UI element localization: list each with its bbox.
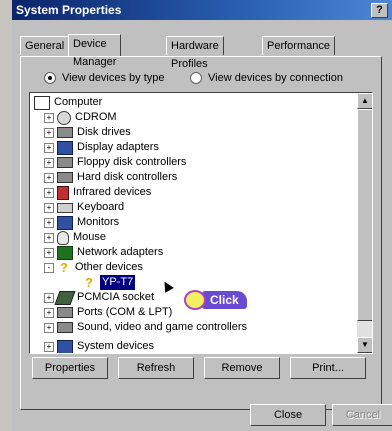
title-bar: System Properties ? [12, 0, 392, 20]
window-title: System Properties [16, 3, 122, 17]
device-tree[interactable]: Computer + CDROM + Disk drives + Display… [29, 92, 373, 354]
tree-item-label: PCMCIA socket [77, 291, 155, 303]
view-by-connection-radio[interactable]: View devices by connection [190, 72, 343, 84]
view-by-type-label: View devices by type [62, 72, 165, 84]
mouse-icon [57, 230, 69, 245]
properties-button[interactable]: Properties [32, 357, 108, 379]
tree-item-label: System devices [77, 340, 155, 352]
click-callout: Click [184, 290, 247, 310]
expand-icon[interactable]: + [44, 112, 54, 123]
tree-item-label: Mouse [73, 231, 107, 243]
unknown-device-icon: ? [85, 274, 93, 290]
tree-item-hard-disk-controllers[interactable]: + Hard disk controllers [44, 170, 177, 185]
tree-item-label: Disk drives [77, 126, 131, 138]
cdrom-icon [57, 110, 71, 125]
print-button[interactable]: Print... [290, 357, 366, 379]
network-adapter-icon [57, 245, 73, 260]
scroll-up-icon[interactable]: ▲ [357, 93, 372, 109]
floppy-controller-icon [57, 157, 73, 168]
tree-item-label: Keyboard [77, 201, 125, 213]
radio-unselected-icon [190, 72, 202, 84]
expand-icon[interactable]: + [44, 322, 54, 333]
tree-item-system-devices[interactable]: + System devices [44, 339, 155, 353]
remove-button[interactable]: Remove [204, 357, 280, 379]
system-properties-window: System Properties ? General Device Manag… [12, 0, 392, 431]
collapse-icon[interactable]: - [44, 262, 54, 273]
vertical-scrollbar[interactable]: ▲ ▼ [357, 93, 372, 353]
tree-item-other-devices[interactable]: - ? Other devices [44, 260, 143, 275]
tab-device-manager[interactable]: Device Manager [68, 34, 122, 68]
expand-icon[interactable]: + [44, 187, 54, 198]
tree-item-floppy-controllers[interactable]: + Floppy disk controllers [44, 155, 186, 170]
tree-item-disk-drives[interactable]: + Disk drives [44, 125, 131, 140]
tree-item-label: Display adapters [77, 141, 159, 153]
tree-item-yp-t7[interactable]: ? YP-T7 [82, 274, 136, 290]
expand-icon[interactable]: + [44, 341, 54, 352]
system-device-icon [57, 339, 73, 353]
tree-root[interactable]: Computer [34, 95, 102, 110]
click-callout-label: Click [202, 291, 247, 309]
expand-icon[interactable]: + [44, 247, 54, 258]
tree-item-label: Other devices [75, 261, 143, 273]
tree-item-label: Infrared devices [73, 186, 152, 198]
tree-item-pcmcia-socket[interactable]: + PCMCIA socket [44, 290, 154, 305]
expand-icon[interactable]: + [44, 292, 54, 303]
tree-item-label-selected: YP-T7 [100, 275, 136, 290]
tree-item-label: Network adapters [77, 246, 164, 258]
tab-performance[interactable]: Performance [262, 36, 335, 55]
tree-item-label: Monitors [77, 216, 120, 228]
tree-item-sound-video-game[interactable]: + Sound, video and game controllers [44, 320, 247, 335]
expand-icon[interactable]: + [44, 142, 54, 153]
tree-item-label: Sound, video and game controllers [77, 321, 247, 333]
sound-icon [57, 322, 73, 333]
tree-item-label: Ports (COM & LPT) [77, 306, 173, 318]
tree-item-display-adapters[interactable]: + Display adapters [44, 140, 159, 155]
scroll-thumb[interactable] [357, 109, 372, 321]
tree-item-infrared-devices[interactable]: + Infrared devices [44, 185, 151, 200]
expand-icon[interactable]: + [44, 202, 54, 213]
tree-item-keyboard[interactable]: + Keyboard [44, 200, 124, 215]
tree-item-label: Hard disk controllers [77, 171, 178, 183]
view-by-connection-label: View devices by connection [208, 72, 343, 84]
display-adapter-icon [57, 140, 73, 155]
computer-icon [34, 95, 50, 110]
tree-item-network-adapters[interactable]: + Network adapters [44, 245, 163, 260]
tree-item-ports[interactable]: + Ports (COM & LPT) [44, 305, 172, 320]
hard-disk-controller-icon [57, 172, 73, 183]
tree-item-cdrom[interactable]: + CDROM [44, 110, 117, 125]
monitor-icon [57, 215, 73, 230]
click-ring-icon [184, 290, 206, 310]
disk-drive-icon [57, 127, 73, 138]
question-mark-icon: ? [60, 259, 68, 275]
tree-root-label: Computer [54, 96, 103, 108]
close-button[interactable]: Close [250, 404, 326, 426]
scroll-down-icon[interactable]: ▼ [357, 337, 372, 353]
tree-item-label: Floppy disk controllers [77, 156, 187, 168]
expand-icon[interactable]: + [44, 157, 54, 168]
tree-item-mouse[interactable]: + Mouse [44, 230, 106, 245]
cancel-button: Cancel [332, 404, 392, 426]
expand-icon[interactable]: + [44, 127, 54, 138]
tree-item-label: CDROM [75, 111, 117, 123]
expand-icon[interactable]: + [44, 172, 54, 183]
refresh-button[interactable]: Refresh [118, 357, 194, 379]
help-button[interactable]: ? [371, 3, 388, 18]
desktop-edge [0, 0, 12, 431]
infrared-icon [57, 185, 69, 200]
tree-item-monitors[interactable]: + Monitors [44, 215, 119, 230]
tab-general[interactable]: General [20, 36, 70, 55]
radio-selected-icon [44, 72, 56, 84]
port-icon [57, 307, 73, 318]
pcmcia-icon [54, 290, 76, 305]
view-by-type-radio[interactable]: View devices by type [44, 72, 165, 84]
expand-icon[interactable]: + [44, 307, 54, 318]
tab-hardware-profiles[interactable]: Hardware Profiles [166, 36, 224, 70]
keyboard-icon [57, 202, 73, 213]
expand-icon[interactable]: + [44, 217, 54, 228]
expand-icon[interactable]: + [44, 232, 54, 243]
